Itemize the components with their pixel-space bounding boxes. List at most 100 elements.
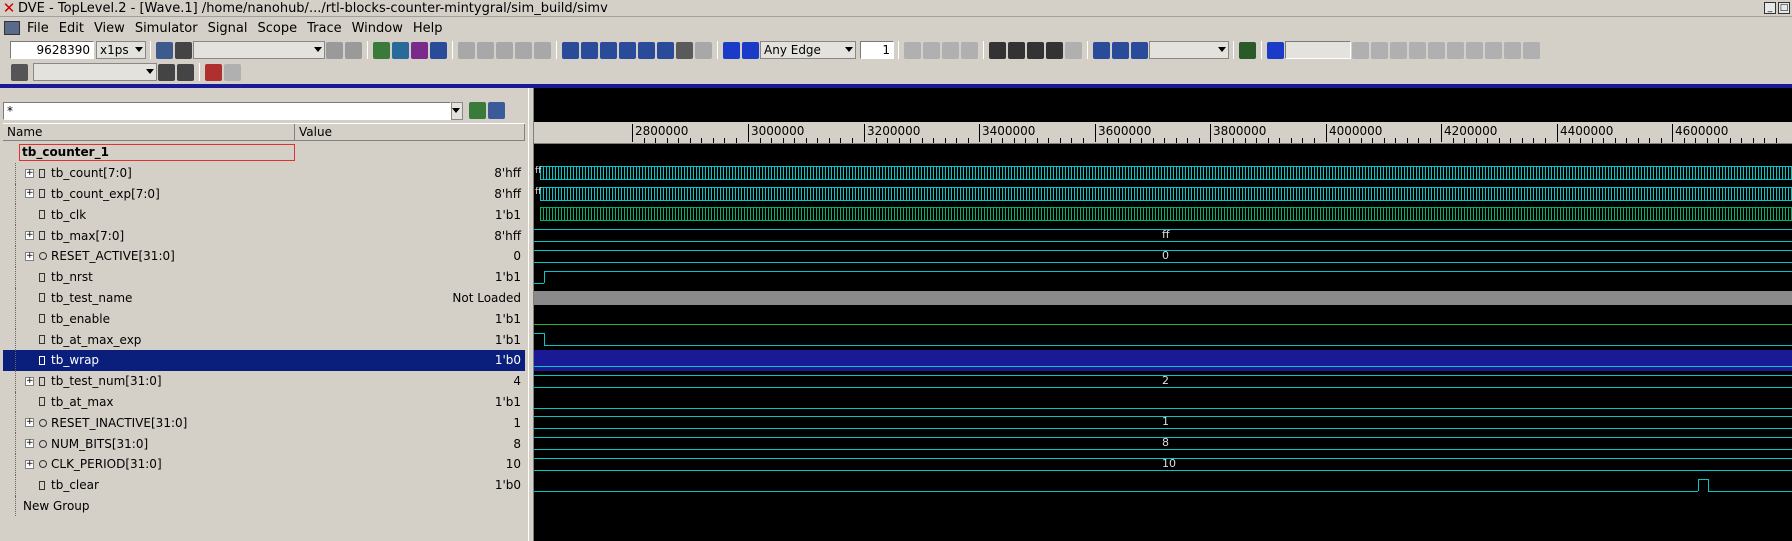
tool-h-icon[interactable] — [1485, 41, 1502, 59]
add-icon[interactable] — [158, 63, 175, 81]
filter-type-icon[interactable] — [469, 102, 486, 119]
marker-icon[interactable] — [676, 41, 693, 59]
time-ruler[interactable]: 2800000 3000000 3200000 3400000 3600000 38000… — [534, 122, 1792, 144]
edge-prev-icon[interactable] — [723, 41, 740, 59]
menu-scope[interactable]: Scope — [253, 21, 303, 36]
zoom-2-icon[interactable] — [1027, 41, 1044, 59]
tool-f-icon[interactable] — [1447, 41, 1464, 59]
menu-file[interactable]: File — [22, 21, 54, 36]
zoom-4-icon[interactable] — [1065, 41, 1082, 59]
edge-next-icon[interactable] — [742, 41, 759, 59]
zoom-3-icon[interactable] — [1046, 41, 1063, 59]
memory-icon[interactable] — [657, 41, 674, 59]
menu-signal[interactable]: Signal — [203, 21, 253, 36]
minimize-button[interactable]: _ — [1764, 2, 1776, 14]
signal-row[interactable]: + tb_max[7:0] 8'hff — [3, 225, 525, 246]
zoom-in-icon[interactable] — [1093, 41, 1110, 59]
edge-select[interactable]: Any Edge — [760, 41, 856, 59]
breakpoint-icon[interactable] — [205, 63, 222, 81]
zoom-out-icon[interactable] — [1112, 41, 1129, 59]
expand-icon[interactable]: + — [25, 251, 34, 261]
menu-help[interactable]: Help — [408, 21, 448, 36]
filter-mode-icon[interactable] — [488, 102, 505, 119]
value-column-header[interactable]: Value — [295, 124, 525, 140]
app-menu-icon[interactable] — [4, 21, 20, 35]
zoom-in-gray-icon[interactable] — [923, 41, 940, 59]
cursor-icon[interactable] — [904, 41, 921, 59]
binoculars-icon[interactable] — [156, 41, 173, 59]
find-icon[interactable] — [175, 41, 192, 59]
tool-c-icon[interactable] — [1390, 41, 1407, 59]
delete-icon[interactable] — [177, 63, 194, 81]
menu-simulator[interactable]: Simulator — [130, 21, 203, 36]
expand-icon[interactable]: + — [25, 231, 34, 241]
next-icon[interactable] — [411, 41, 428, 59]
expand-icon[interactable]: + — [25, 418, 34, 428]
tool-a-icon[interactable] — [1352, 41, 1369, 59]
signal-filter-input[interactable]: * — [3, 102, 451, 120]
waveform-pane[interactable]: 2800000 3000000 3200000 3400000 3600000 38000… — [534, 88, 1792, 541]
source-icon[interactable] — [619, 41, 636, 59]
expand-icon[interactable]: + — [25, 439, 34, 449]
hierarchy-icon[interactable] — [581, 41, 598, 59]
signal-row[interactable]: + RESET_INACTIVE[31:0] 1 — [3, 412, 525, 434]
down-arrow-icon[interactable] — [1267, 41, 1284, 59]
expand-icon[interactable]: + — [25, 376, 34, 386]
scope-combo[interactable] — [33, 63, 157, 81]
paste-icon[interactable] — [496, 41, 513, 59]
signal-row[interactable]: + NUM_BITS[31:0] 8 — [3, 433, 525, 454]
wave-icon[interactable] — [638, 41, 655, 59]
search-combo[interactable] — [193, 41, 325, 59]
zoom-full-icon[interactable] — [1131, 41, 1148, 59]
signal-row[interactable]: tb_clear 1'b0 — [3, 474, 525, 496]
tool-j-icon[interactable] — [1523, 41, 1540, 59]
schematic-icon[interactable] — [600, 41, 617, 59]
menu-view[interactable]: View — [89, 21, 130, 36]
cursor-time-field[interactable] — [1285, 41, 1351, 59]
signal-row[interactable]: tb_nrst 1'b1 — [3, 266, 525, 288]
signal-row[interactable]: + tb_test_num[31:0] 4 — [3, 370, 525, 392]
stop-icon[interactable] — [430, 41, 447, 59]
run-icon[interactable] — [373, 41, 390, 59]
step-icon[interactable] — [392, 41, 409, 59]
maximize-button[interactable]: □ — [1778, 2, 1790, 14]
signal-row[interactable]: tb_at_max_exp 1'b1 — [3, 329, 525, 350]
pan-icon[interactable] — [961, 41, 978, 59]
signal-row[interactable]: + RESET_ACTIVE[31:0] 0 — [3, 245, 525, 267]
undo-icon[interactable] — [515, 41, 532, 59]
terminal-icon[interactable] — [1239, 41, 1256, 59]
time-input[interactable]: 9628390 — [10, 41, 94, 59]
list-icon[interactable] — [562, 41, 579, 59]
zoom-1-icon[interactable] — [1008, 41, 1025, 59]
time-unit-select[interactable]: x1ps — [96, 41, 146, 59]
zoom-combo[interactable] — [1149, 41, 1229, 59]
cut-icon[interactable] — [477, 41, 494, 59]
tool-e-icon[interactable] — [1428, 41, 1445, 59]
signal-row[interactable]: + tb_count_exp[7:0] 8'hff — [3, 183, 525, 205]
menu-trace[interactable]: Trace — [302, 21, 347, 36]
signal-row[interactable]: tb_at_max 1'b1 — [3, 391, 525, 413]
filter-dropdown[interactable] — [451, 102, 463, 120]
scope-icon[interactable] — [11, 63, 28, 81]
redo-icon[interactable] — [534, 41, 551, 59]
tool-i-icon[interactable] — [1504, 41, 1521, 59]
new-group-row[interactable]: New Group — [3, 495, 525, 517]
group-row[interactable]: tb_counter_1 — [3, 142, 525, 163]
expand-icon[interactable]: + — [25, 189, 34, 199]
zoom-fit-icon[interactable] — [989, 41, 1006, 59]
options-icon[interactable] — [695, 41, 712, 59]
signal-row[interactable]: tb_wrap 1'b0 — [3, 349, 525, 371]
signal-row[interactable]: tb_test_name Not Loaded — [3, 287, 525, 309]
signal-row[interactable]: + CLK_PERIOD[31:0] 10 — [3, 453, 525, 475]
edge-count-input[interactable]: 1 — [860, 41, 894, 59]
menu-edit[interactable]: Edit — [54, 21, 89, 36]
signal-row[interactable]: + tb_count[7:0] 8'hff — [3, 162, 525, 184]
refresh-icon[interactable] — [224, 63, 241, 81]
copy-icon[interactable] — [458, 41, 475, 59]
tool-g-icon[interactable] — [1466, 41, 1483, 59]
expand-icon[interactable]: + — [25, 168, 34, 178]
search-prev-icon[interactable] — [326, 41, 343, 59]
search-next-icon[interactable] — [345, 41, 362, 59]
tool-b-icon[interactable] — [1371, 41, 1388, 59]
tool-d-icon[interactable] — [1409, 41, 1426, 59]
